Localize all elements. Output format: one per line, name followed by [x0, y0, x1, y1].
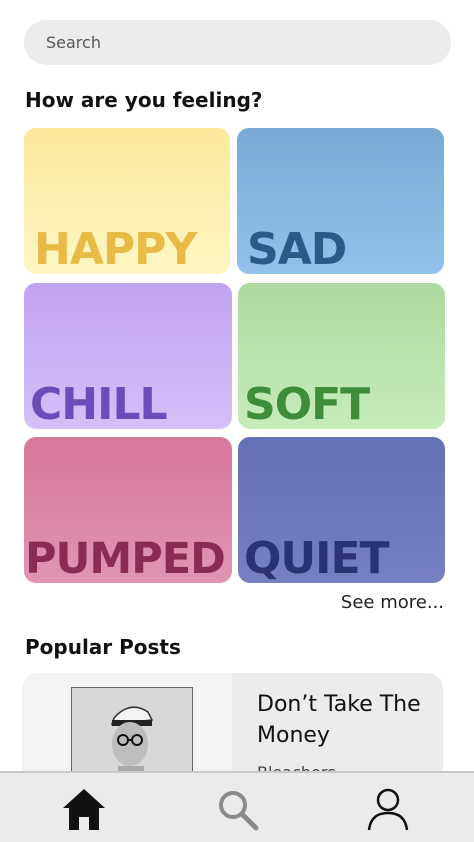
search-input[interactable]	[44, 32, 451, 53]
mood-tile-pumped[interactable]: PUMPED	[24, 437, 232, 583]
search-bar[interactable]	[24, 20, 451, 65]
home-icon	[63, 789, 105, 830]
mood-tile-happy[interactable]: HAPPY	[24, 128, 230, 274]
mood-tile-soft[interactable]: SOFT	[238, 283, 445, 429]
mood-label: SOFT	[244, 379, 370, 429]
nav-search-button[interactable]	[211, 783, 263, 835]
see-more-link[interactable]: See more...	[341, 592, 444, 613]
mood-label: QUIET	[244, 533, 390, 583]
mood-tile-quiet[interactable]: QUIET	[238, 437, 445, 583]
popular-posts-title: Popular Posts	[25, 635, 181, 659]
mood-label: HAPPY	[34, 224, 197, 274]
post-title: Don’t Take The Money	[257, 692, 421, 748]
search-icon	[219, 791, 259, 831]
mood-tile-chill[interactable]: CHILL	[24, 283, 232, 429]
nav-home-button[interactable]	[58, 783, 110, 835]
mood-label: CHILL	[30, 379, 168, 429]
profile-icon	[367, 788, 409, 831]
mood-tile-sad[interactable]: SAD	[237, 128, 444, 274]
nav-profile-button[interactable]	[362, 783, 414, 835]
bottom-nav	[0, 771, 474, 842]
mood-label: SAD	[247, 224, 347, 274]
feelings-title: How are you feeling?	[25, 88, 263, 112]
mood-label: PUMPED	[25, 534, 226, 583]
